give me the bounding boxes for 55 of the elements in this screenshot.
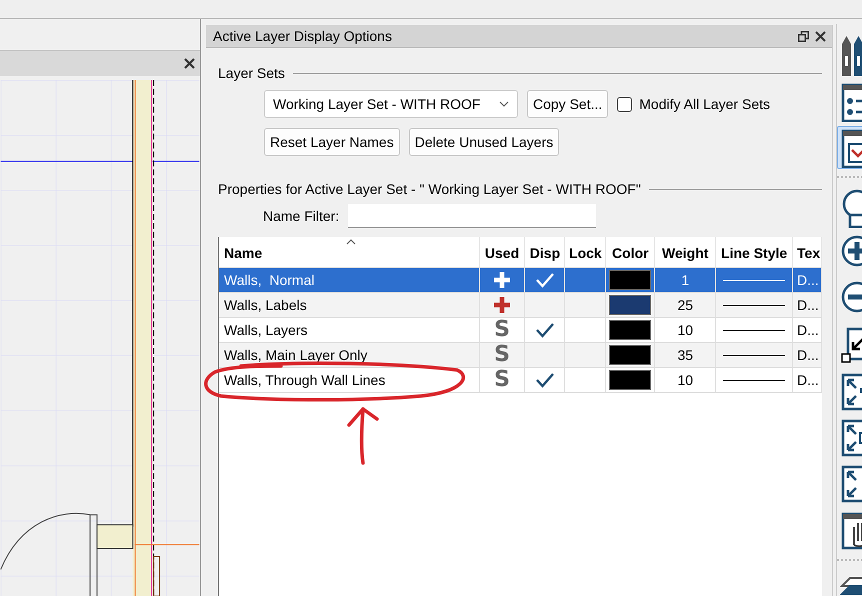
column-header[interactable]: Line Style xyxy=(716,237,794,267)
table-cell: Walls, Normal xyxy=(219,268,480,292)
annotation-arrow xyxy=(345,405,381,465)
column-header[interactable]: Used xyxy=(480,237,526,267)
name-filter-field[interactable] xyxy=(348,204,596,228)
section-heading: Layer Sets xyxy=(218,65,285,81)
line-style-sample xyxy=(723,304,786,306)
dialog-title: Active Layer Display Options xyxy=(213,28,393,44)
column-header[interactable]: Color xyxy=(606,237,656,267)
copy-set-button[interactable]: Copy Set... xyxy=(527,90,608,118)
table-cell: Walls, Through Wall Lines xyxy=(219,368,480,392)
table-cell: Walls, Layers xyxy=(219,318,480,342)
table-cell: D... xyxy=(793,368,822,392)
color-swatch[interactable] xyxy=(609,295,652,315)
table-cell: 25 xyxy=(655,293,716,317)
color-swatch[interactable] xyxy=(609,270,652,290)
color-swatch[interactable] xyxy=(609,320,652,340)
close-icon[interactable] xyxy=(184,58,195,69)
line-style-sample xyxy=(723,354,786,356)
table-cell: D... xyxy=(793,268,822,292)
color-swatch[interactable] xyxy=(609,345,652,365)
table-row[interactable]: Walls, Normal 1 D... xyxy=(219,268,822,293)
table-row[interactable]: Walls, Through Wall Lines S 10 D... xyxy=(219,368,822,393)
checkbox-label: Modify All Layer Sets xyxy=(639,96,770,112)
chevron-icon xyxy=(499,101,509,107)
column-header[interactable]: Weight xyxy=(655,237,716,267)
name-filter-label: Name Filter: xyxy=(263,208,340,224)
table-cell: D... xyxy=(793,318,822,342)
table-cell: Walls, Labels xyxy=(219,293,480,317)
restore-icon[interactable] xyxy=(798,30,809,42)
table-cell: 1 xyxy=(655,268,716,292)
status-letter: S xyxy=(494,369,510,391)
column-header[interactable]: Disp xyxy=(525,237,566,267)
table-row[interactable]: Walls, Labels 25 D... xyxy=(219,293,822,318)
checkbox[interactable] xyxy=(617,96,632,112)
status-letter: S xyxy=(494,319,510,341)
delete-unused-layers-button[interactable]: Delete Unused Layers xyxy=(408,128,560,156)
table-cell: 35 xyxy=(655,343,716,367)
layer-set-dropdown[interactable]: Working Layer Set - WITH ROOF xyxy=(264,90,518,118)
close-icon[interactable] xyxy=(815,30,826,42)
status-letter: S xyxy=(494,344,510,366)
color-swatch[interactable] xyxy=(609,370,652,390)
table-row[interactable]: Walls, Main Layer Only S 35 D... xyxy=(219,343,822,368)
plus-icon xyxy=(493,296,512,314)
plus-icon xyxy=(493,271,512,289)
table-cell: 10 xyxy=(655,368,716,392)
table-cell: 10 xyxy=(655,318,716,342)
section-heading: Properties for Active Layer Set - " Working Layer Set - WITH ROOF" xyxy=(218,181,641,197)
table-cell: Walls, Main Layer Only xyxy=(219,343,480,367)
table-cell: D... xyxy=(793,293,822,317)
column-header[interactable]: Tex xyxy=(793,237,822,267)
reset-layer-names-button[interactable]: Reset Layer Names xyxy=(264,128,400,156)
column-header[interactable]: Name xyxy=(219,237,480,267)
table-cell: D... xyxy=(793,343,822,367)
column-header[interactable]: Lock xyxy=(565,237,606,267)
